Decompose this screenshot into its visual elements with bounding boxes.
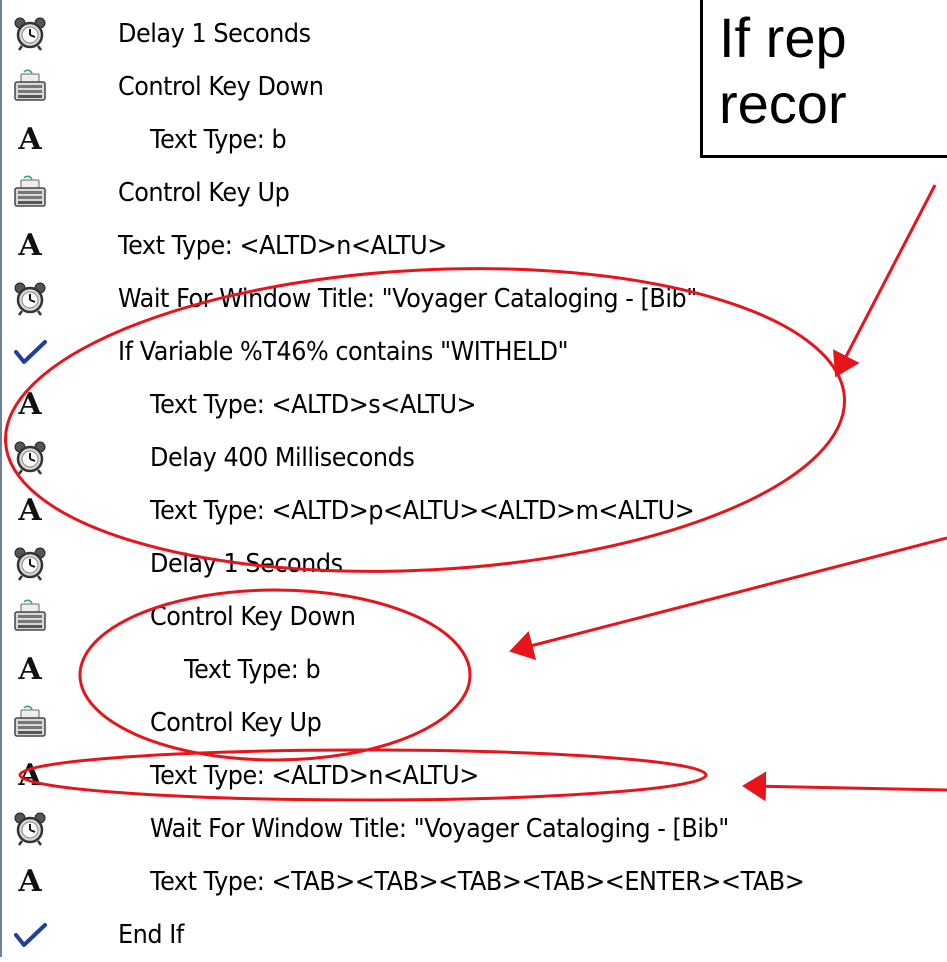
script-row-label: End If	[118, 920, 184, 950]
script-row[interactable]: End If	[0, 909, 947, 962]
script-row-label: Delay 400 Milliseconds	[150, 443, 415, 473]
keyboard-icon	[12, 69, 48, 105]
script-row-label: Text Type: <TAB><TAB><TAB><TAB><ENTER><T…	[150, 867, 805, 897]
callout-box: If rep recor	[700, 0, 947, 158]
script-row-label: Control Key Up	[150, 708, 322, 738]
keyboard-icon	[12, 705, 48, 741]
text-a-icon: A	[18, 228, 42, 263]
alarm-clock-icon	[12, 546, 48, 582]
script-row-label: Control Key Up	[118, 178, 290, 208]
alarm-clock-icon	[12, 440, 48, 476]
text-a-icon: A	[18, 387, 42, 422]
script-row[interactable]: Control Key Up	[0, 167, 947, 220]
keyboard-icon	[12, 175, 48, 211]
script-row[interactable]: Wait For Window Title: "Voyager Catalogi…	[0, 803, 947, 856]
text-a-icon: A	[18, 493, 42, 528]
alarm-clock-icon	[12, 281, 48, 317]
script-row[interactable]: Wait For Window Title: "Voyager Catalogi…	[0, 273, 947, 326]
text-a-icon: A	[18, 652, 42, 687]
script-row-label: Text Type: <ALTD>s<ALTU>	[150, 390, 477, 420]
script-row-label: Text Type: b	[150, 125, 287, 155]
script-row-label: Control Key Down	[118, 72, 324, 102]
script-row-label: Wait For Window Title: "Voyager Catalogi…	[150, 814, 729, 844]
script-row[interactable]: A Text Type: <TAB><TAB><TAB><TAB><ENTER>…	[0, 856, 947, 909]
script-row-label: Text Type: <ALTD>n<ALTU>	[150, 761, 479, 791]
callout-text: If rep recor	[719, 6, 847, 135]
text-a-icon: A	[18, 758, 42, 793]
script-row-label: Wait For Window Title: "Voyager Catalogi…	[118, 284, 697, 314]
script-row-label: Text Type: <ALTD>n<ALTU>	[118, 231, 447, 261]
checkmark-icon	[12, 917, 48, 953]
script-row[interactable]: Delay 1 Seconds	[0, 538, 947, 591]
script-row[interactable]: A Text Type: b	[0, 644, 947, 697]
script-row[interactable]: A Text Type: <ALTD>n<ALTU>	[0, 750, 947, 803]
script-row-label: If Variable %T46% contains "WITHELD"	[118, 337, 569, 367]
text-a-icon: A	[18, 864, 42, 899]
script-row-label: Text Type: b	[184, 655, 321, 685]
alarm-clock-icon	[12, 811, 48, 847]
script-row[interactable]: A Text Type: <ALTD>s<ALTU>	[0, 379, 947, 432]
script-row-label: Delay 1 Seconds	[118, 19, 311, 49]
text-a-icon: A	[18, 122, 42, 157]
keyboard-icon	[12, 599, 48, 635]
alarm-clock-icon	[12, 16, 48, 52]
script-row[interactable]: If Variable %T46% contains "WITHELD"	[0, 326, 947, 379]
script-row[interactable]: A Text Type: <ALTD>n<ALTU>	[0, 220, 947, 273]
script-row-label: Control Key Down	[150, 602, 356, 632]
checkmark-icon	[12, 334, 48, 370]
script-row[interactable]: Control Key Down	[0, 591, 947, 644]
script-row[interactable]: Delay 400 Milliseconds	[0, 432, 947, 485]
script-row[interactable]: A Text Type: <ALTD>p<ALTU><ALTD>m<ALTU>	[0, 485, 947, 538]
script-row-label: Text Type: <ALTD>p<ALTU><ALTD>m<ALTU>	[150, 496, 695, 526]
script-row[interactable]: Control Key Up	[0, 697, 947, 750]
script-row-label: Delay 1 Seconds	[150, 549, 343, 579]
